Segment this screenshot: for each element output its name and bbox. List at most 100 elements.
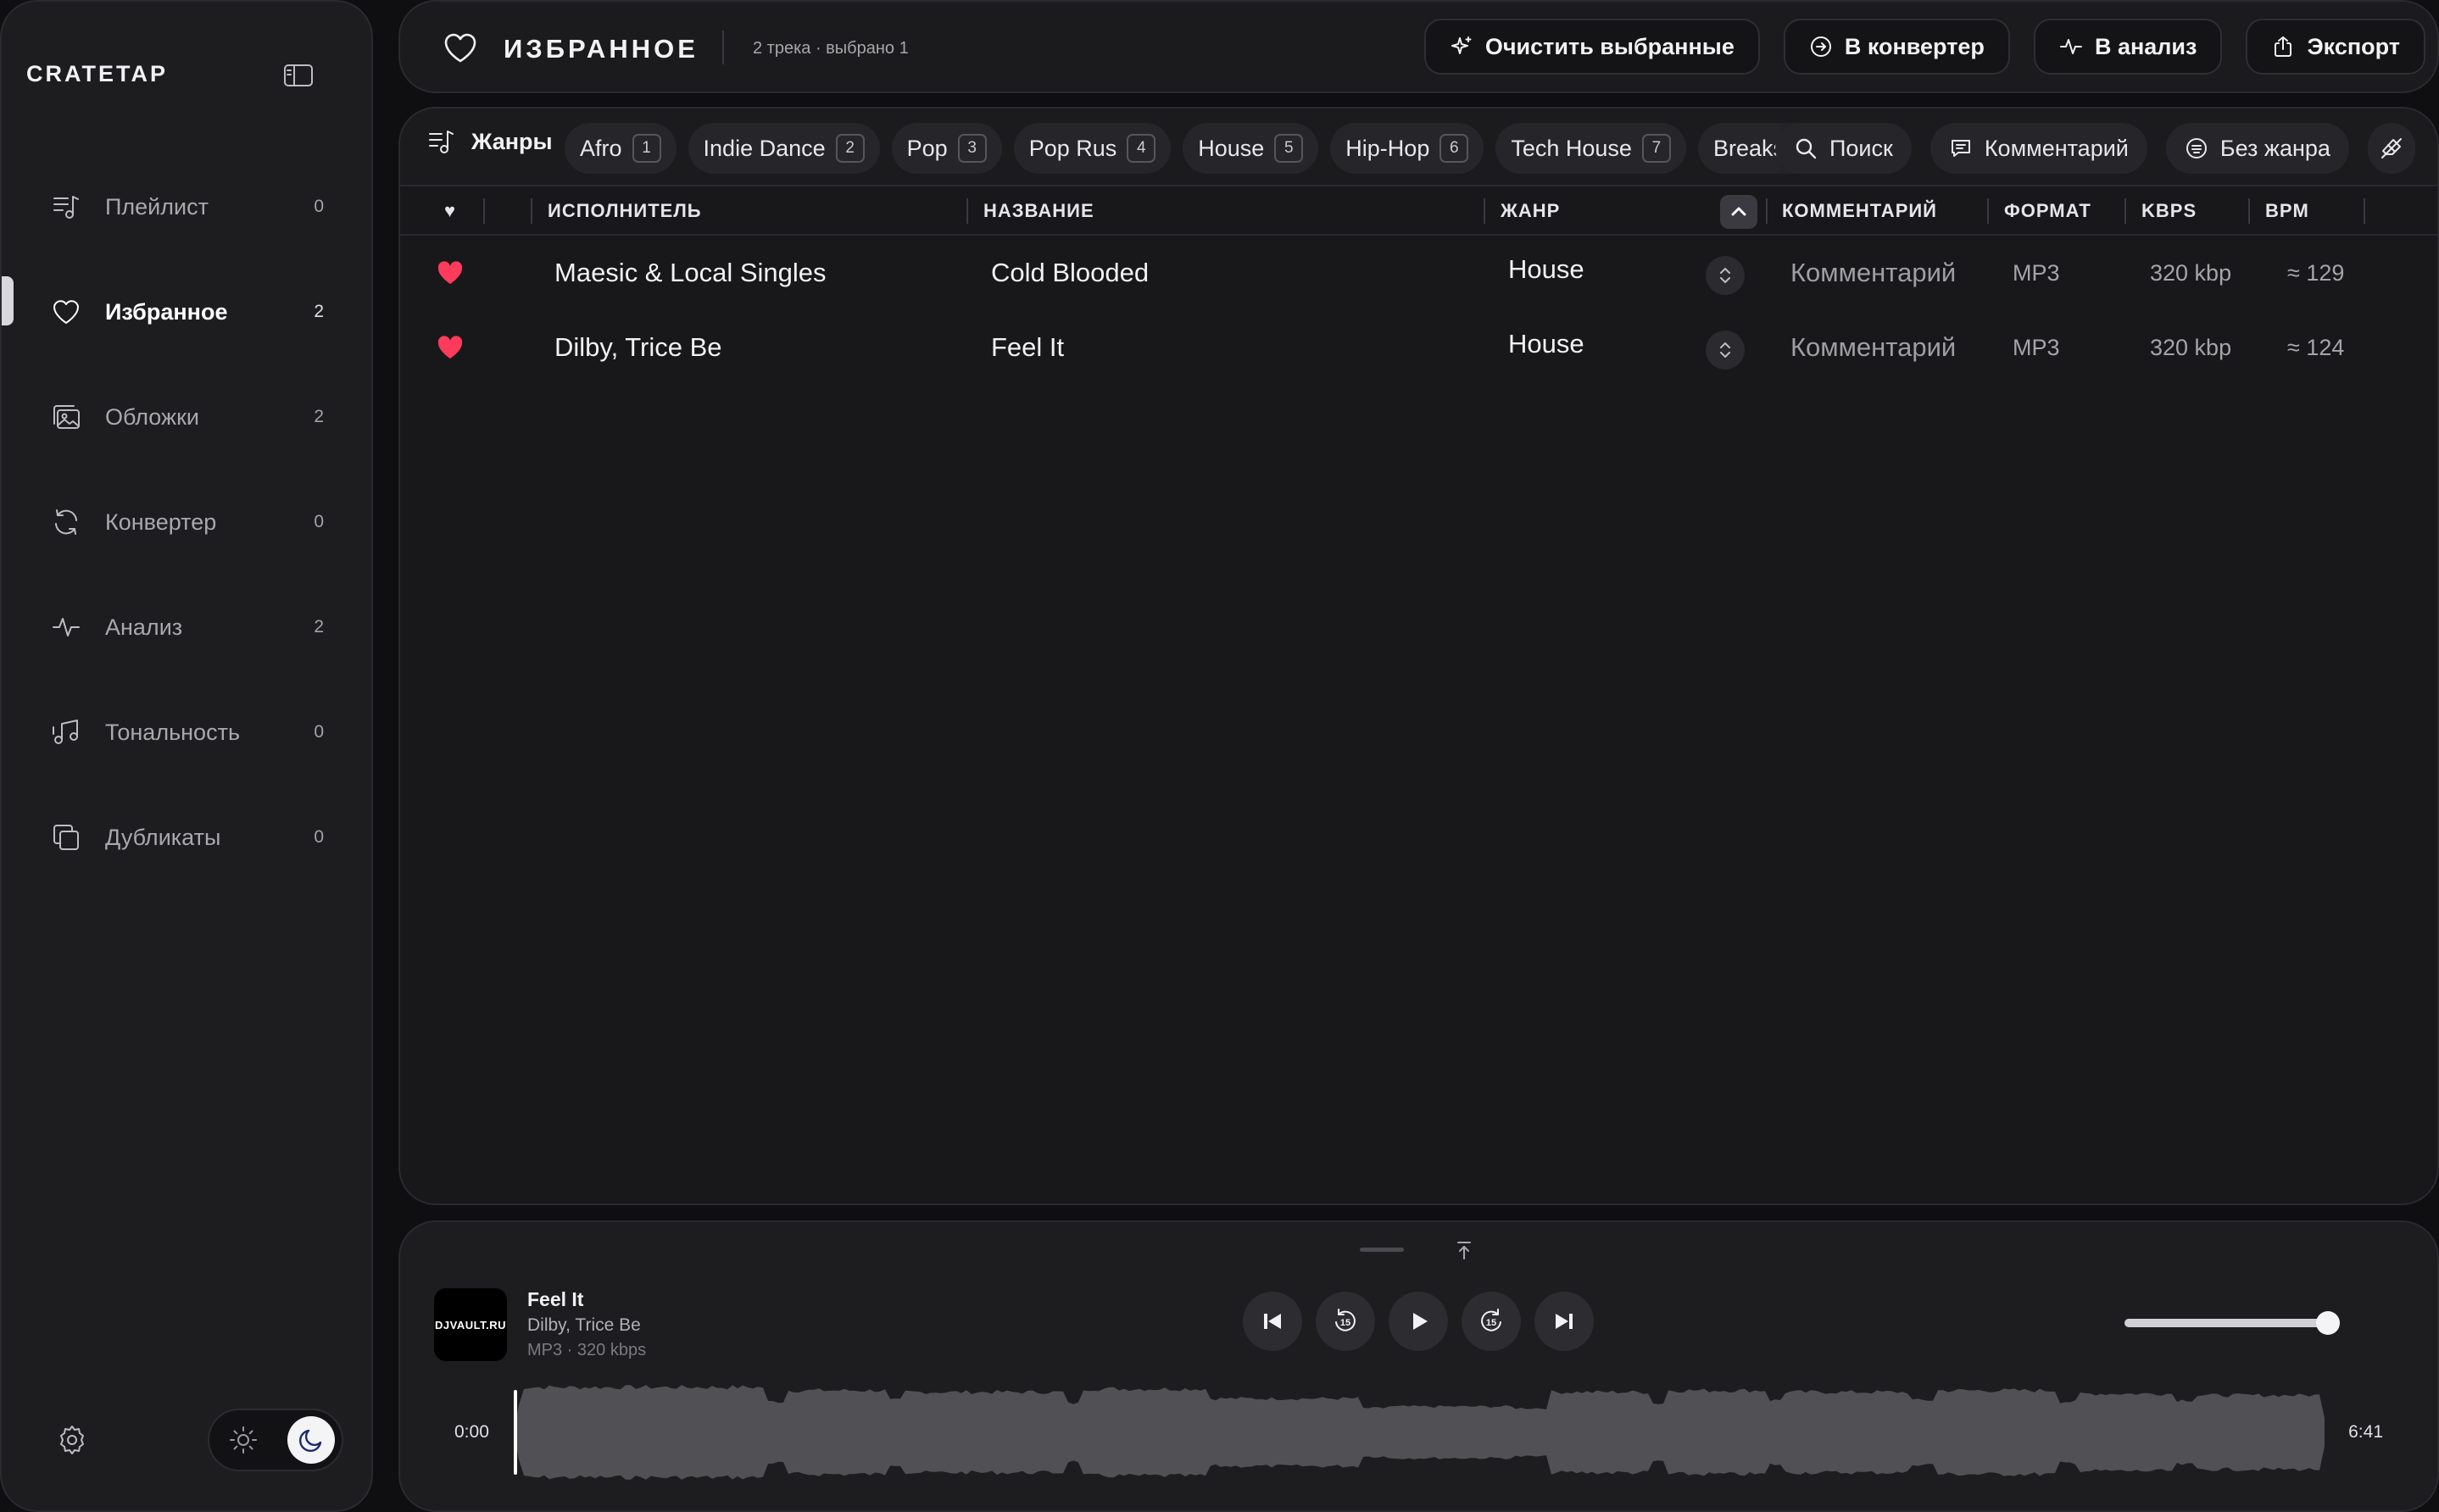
clear-filter-icon [2380,136,2403,160]
col-title[interactable]: НАЗВАНИЕ [983,186,1094,236]
col-genre[interactable]: ЖАНР [1501,186,1560,236]
track-list: Maesic & Local Singles Cold Blooded Hous… [400,236,2437,385]
genre-chip[interactable]: House 5 [1183,123,1319,174]
volume-slider[interactable] [2124,1311,2340,1335]
activity-icon [2059,35,2083,58]
track-comment[interactable]: Комментарий [1790,310,1979,385]
theme-toggle[interactable] [208,1409,343,1471]
genre-chip-count: 5 [1274,134,1304,163]
sidebar-item-analysis[interactable]: Анализ 2 [2,575,375,680]
col-favorite[interactable]: ♥ [437,186,463,236]
track-artist[interactable]: Maesic & Local Singles [554,236,961,310]
clear-selected-label: Очистить выбранные [1484,33,1735,59]
sidebar-item-count: 0 [314,197,324,216]
sidebar-item-converter[interactable]: Конвертер 0 [2,470,375,575]
rewind-seconds: 15 [1340,1318,1350,1328]
genre-chip[interactable]: Indie Dance 2 [688,123,880,174]
expand-player-icon[interactable] [1453,1239,1475,1261]
share-icon [2271,35,2295,58]
player-bar: DJVAULT.RU Feel It Dilby, Trice Be MP3 ·… [398,1220,2439,1512]
genre-chip[interactable]: Pop Rus 4 [1013,123,1172,174]
moon-icon[interactable] [287,1416,335,1464]
skip-back-icon [1264,1314,1281,1329]
sidebar: CRATETAP Плейлист 0 Избранное 2 Обложки … [0,0,373,1512]
filter-actions: Поиск Комментарий Без жанра [1775,123,2415,174]
genre-chip[interactable]: Pop 3 [891,123,1002,174]
favorite-toggle[interactable] [436,236,465,310]
waveform-scrubber[interactable] [514,1381,2328,1483]
genre-select-chevrons-icon[interactable] [1706,331,1745,370]
genre-chip-label: Indie Dance [703,135,826,161]
sidebar-nav: Плейлист 0 Избранное 2 Обложки 2 Конверт… [2,154,375,890]
search-button[interactable]: Поиск [1775,123,1912,174]
comment-icon [1949,136,1973,160]
table-row[interactable]: Maesic & Local Singles Cold Blooded Hous… [400,236,2437,310]
images-icon [51,402,81,432]
to-analysis-label: В анализ [2094,33,2197,59]
genre-chip-label: Hip-Hop [1345,135,1430,161]
genre-select-chevrons-icon[interactable] [1706,256,1745,295]
play-button[interactable] [1389,1292,1448,1351]
music-list-icon [427,127,456,156]
col-kbps[interactable]: KBPS [2141,186,2197,236]
sidebar-item-duplicates[interactable]: Дубликаты 0 [2,785,375,890]
favorite-toggle[interactable] [436,310,465,385]
rewind-15-button[interactable]: 15 [1316,1292,1375,1351]
playhead[interactable] [514,1390,517,1475]
sidebar-item-covers[interactable]: Обложки 2 [2,364,375,470]
genre-chip[interactable]: Hip-Hop 6 [1330,123,1484,174]
now-playing-title: Feel It [527,1288,584,1310]
genre-chip[interactable]: Afro 1 [565,123,677,174]
copy-icon [51,822,81,853]
next-track-button[interactable] [1534,1292,1594,1351]
track-comment[interactable]: Комментарий [1790,236,1979,310]
settings-gear-icon[interactable] [56,1424,88,1456]
no-genre-filter-button[interactable]: Без жанра [2165,123,2349,174]
comment-filter-label: Комментарий [1984,135,2129,161]
col-format[interactable]: ФОРМАТ [2004,186,2091,236]
sun-icon[interactable] [228,1425,259,1455]
col-artist[interactable]: ИСПОЛНИТЕЛЬ [548,186,702,236]
sort-ascending-button[interactable] [1720,195,1757,229]
sidebar-collapse-icon[interactable] [283,63,314,88]
track-genre[interactable]: House [1508,310,1584,378]
player-drag-handle[interactable] [1360,1248,1404,1252]
sidebar-item-key[interactable]: Тональность 0 [2,680,375,785]
sidebar-item-label: Плейлист [105,193,209,220]
genre-chip-count: 1 [632,134,661,163]
track-format: MP3 [2013,334,2060,360]
track-title[interactable]: Cold Blooded [991,236,1474,310]
now-playing-meta: MP3 · 320 kbps [527,1341,647,1359]
current-time: 0:00 [454,1422,489,1442]
track-title[interactable]: Feel It [991,310,1474,385]
sparkles-icon [1450,35,1473,58]
clear-selected-button[interactable]: Очистить выбранные [1423,19,1760,75]
reset-filters-button[interactable] [2367,123,2415,174]
filter-bar: Жанры Afro 1 Indie Dance 2 Pop 3 Pop Rus 4 House… [400,108,2437,186]
heart-filled-icon [436,259,465,286]
waveform-shape [514,1385,2325,1480]
previous-track-button[interactable] [1243,1292,1302,1351]
to-analysis-button[interactable]: В анализ [2033,19,2223,75]
total-time: 6:41 [2348,1422,2383,1442]
track-bpm: ≈ 129 [2287,259,2345,286]
playback-controls: 15 15 [1243,1292,1594,1351]
volume-thumb[interactable] [2316,1311,2340,1335]
table-row[interactable]: Dilby, Trice Be Feel It House Комментари… [400,310,2437,385]
forward-15-button[interactable]: 15 [1462,1292,1521,1351]
genre-chip[interactable]: Tech House 7 [1495,123,1686,174]
sidebar-item-label: Анализ [105,614,183,640]
track-artist[interactable]: Dilby, Trice Be [554,310,961,385]
sidebar-item-favorites[interactable]: Избранное 2 [2,259,375,364]
genre-chip-count: 4 [1127,134,1156,163]
sidebar-item-playlist[interactable]: Плейлист 0 [2,154,375,259]
to-converter-button[interactable]: В конвертер [1783,19,2010,75]
sidebar-item-count: 2 [314,407,324,426]
export-button[interactable]: Экспорт [2246,19,2425,75]
col-comment[interactable]: КОММЕНТАРИЙ [1782,186,1937,236]
sidebar-item-label: Обложки [105,403,199,430]
track-genre[interactable]: House [1508,236,1584,303]
genres-filter-label[interactable]: Жанры [427,127,553,156]
comment-filter-button[interactable]: Комментарий [1929,123,2147,174]
col-bpm[interactable]: BPM [2265,186,2309,236]
